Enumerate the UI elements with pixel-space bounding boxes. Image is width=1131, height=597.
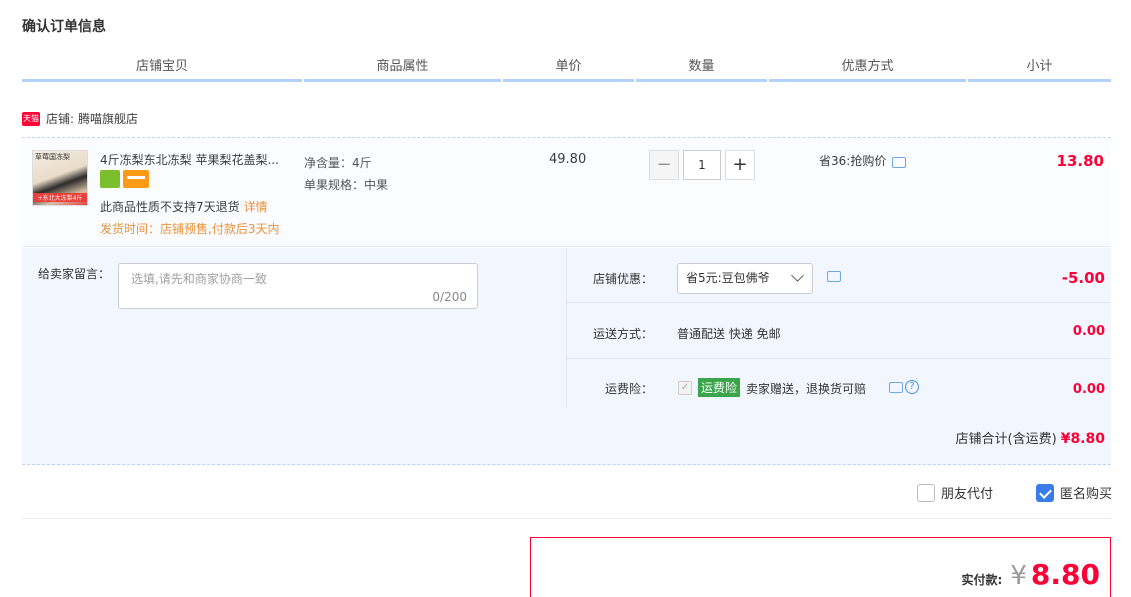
coupon-selected-value: 省5元:豆包佛爷 bbox=[686, 271, 770, 285]
attr-net-weight: 净含量：4斤 bbox=[304, 156, 372, 170]
shop-row: 天猫 店铺: 腾喵旗舰店 bbox=[22, 110, 138, 127]
insurance-icons: ? bbox=[889, 380, 919, 394]
ship-time-notice: 发货时间：店铺预售,付款后3天内 bbox=[100, 222, 280, 236]
unit-price: 49.80 bbox=[549, 152, 587, 167]
col-header-unit-price: 单价 bbox=[503, 56, 634, 82]
promotion-info: 省36:抢购价 bbox=[819, 152, 907, 169]
quantity-stepper: − 1 + bbox=[649, 150, 755, 180]
insurance-tag: 运费险 bbox=[698, 378, 741, 397]
thumbnail-caption-top: 草莓国冻梨 bbox=[35, 153, 70, 161]
friend-pay-option[interactable]: 朋友代付 bbox=[917, 483, 993, 502]
quantity-decrease-button[interactable]: − bbox=[649, 150, 679, 180]
shop-services-panel: 给卖家留言： 选填,请先和商家协商一致 0/200 店铺优惠： 省5元:豆包佛爷… bbox=[22, 248, 1111, 465]
shop-total-label: 店铺合计(含运费) bbox=[955, 432, 1057, 447]
quantity-input[interactable]: 1 bbox=[683, 150, 721, 180]
shop-total: 店铺合计(含运费) ¥8.80 bbox=[956, 428, 1105, 447]
divider bbox=[22, 518, 1111, 519]
shipping-row: 运送方式： 普通配送 快递 免邮 0.00 bbox=[567, 304, 1111, 359]
insurance-checkbox[interactable]: ✓ bbox=[678, 381, 692, 395]
shop-label: 店铺: bbox=[46, 112, 75, 126]
coupon-label: 店铺优惠： bbox=[592, 272, 653, 286]
currency-symbol: ¥ bbox=[1010, 561, 1027, 591]
no-return-text: 此商品性质不支持7天退货 bbox=[100, 200, 240, 214]
tmall-icon: 天猫 bbox=[22, 111, 40, 126]
message-char-count: 0/200 bbox=[432, 290, 467, 304]
insurance-amount: 0.00 bbox=[1072, 382, 1105, 397]
promotion-text: 省36:抢购价 bbox=[819, 154, 887, 168]
payment-summary: 实付款: ¥ 8.80 bbox=[530, 537, 1111, 597]
insurance-label: 运费险： bbox=[604, 382, 653, 396]
credit-card-badge-icon[interactable] bbox=[123, 170, 149, 188]
col-header-promotion: 优惠方式 bbox=[769, 56, 966, 82]
message-label: 给卖家留言： bbox=[38, 267, 111, 281]
coupon-row: 店铺优惠： 省5元:豆包佛爷 -5.00 bbox=[567, 248, 1111, 303]
coupon-amount: -5.00 bbox=[1061, 269, 1105, 287]
anonymous-option[interactable]: 匿名购买 bbox=[1036, 483, 1112, 502]
friend-pay-label: 朋友代付 bbox=[941, 487, 994, 502]
order-table-header: 店铺宝贝 商品属性 单价 数量 优惠方式 小计 bbox=[22, 56, 1111, 82]
shipping-label: 运送方式： bbox=[592, 327, 653, 341]
coupon-select[interactable]: 省5元:豆包佛爷 bbox=[677, 263, 813, 294]
chat-bubble-icon[interactable] bbox=[892, 157, 907, 168]
quantity-increase-button[interactable]: + bbox=[725, 150, 755, 180]
chat-bubble-icon[interactable] bbox=[827, 271, 841, 282]
col-header-subtotal: 小计 bbox=[968, 56, 1111, 82]
shipping-method: 普通配送 快递 免邮 bbox=[677, 327, 781, 341]
shop-total-value: ¥8.80 bbox=[1060, 431, 1105, 447]
product-thumbnail[interactable]: 草莓国冻梨 +东北大冻梨4斤 bbox=[32, 150, 88, 206]
insurance-row: 运费险： ✓ 运费险 卖家赠送，退换货可赔 ? 0.00 bbox=[567, 360, 1111, 408]
chat-bubble-icon[interactable] bbox=[889, 381, 903, 393]
item-subtotal: 13.80 bbox=[1056, 152, 1104, 170]
help-question-icon[interactable]: ? bbox=[905, 380, 919, 394]
thumbnail-caption-bottom: +东北大冻梨4斤 bbox=[33, 193, 87, 202]
col-header-item: 店铺宝贝 bbox=[22, 56, 302, 82]
chevron-down-icon bbox=[791, 269, 804, 282]
product-name-link[interactable]: 4斤冻梨东北冻梨 苹果梨花盖梨... bbox=[100, 151, 300, 168]
no-return-notice: 此商品性质不支持7天退货 详情 bbox=[100, 198, 268, 215]
friend-pay-checkbox[interactable] bbox=[917, 483, 935, 502]
actual-payment-label: 实付款: bbox=[961, 573, 1003, 587]
insurance-desc: 卖家赠送，退换货可赔 bbox=[746, 382, 867, 396]
order-item-row: 草莓国冻梨 +东北大冻梨4斤 4斤冻梨东北冻梨 苹果梨花盖梨... 此商品性质不… bbox=[22, 137, 1111, 247]
no-return-detail-link[interactable]: 详情 bbox=[244, 200, 268, 214]
guarantee-badge-icon[interactable] bbox=[100, 170, 120, 188]
message-to-seller-input[interactable]: 选填,请先和商家协商一致 0/200 bbox=[118, 263, 478, 309]
message-placeholder: 选填,请先和商家协商一致 bbox=[131, 272, 267, 286]
shipping-amount: 0.00 bbox=[1072, 324, 1105, 339]
actual-payment: 实付款: ¥ 8.80 bbox=[962, 558, 1100, 591]
anonymous-checkbox[interactable] bbox=[1036, 483, 1054, 502]
col-header-attributes: 商品属性 bbox=[304, 56, 501, 82]
attr-fruit-spec: 单果规格：中果 bbox=[304, 178, 389, 192]
actual-payment-amount: 8.80 bbox=[1030, 558, 1100, 591]
product-badges bbox=[100, 170, 149, 188]
col-header-quantity: 数量 bbox=[636, 56, 767, 82]
anonymous-label: 匿名购买 bbox=[1060, 487, 1113, 502]
page-title: 确认订单信息 bbox=[22, 19, 106, 35]
shop-name-link[interactable]: 腾喵旗舰店 bbox=[78, 110, 138, 127]
